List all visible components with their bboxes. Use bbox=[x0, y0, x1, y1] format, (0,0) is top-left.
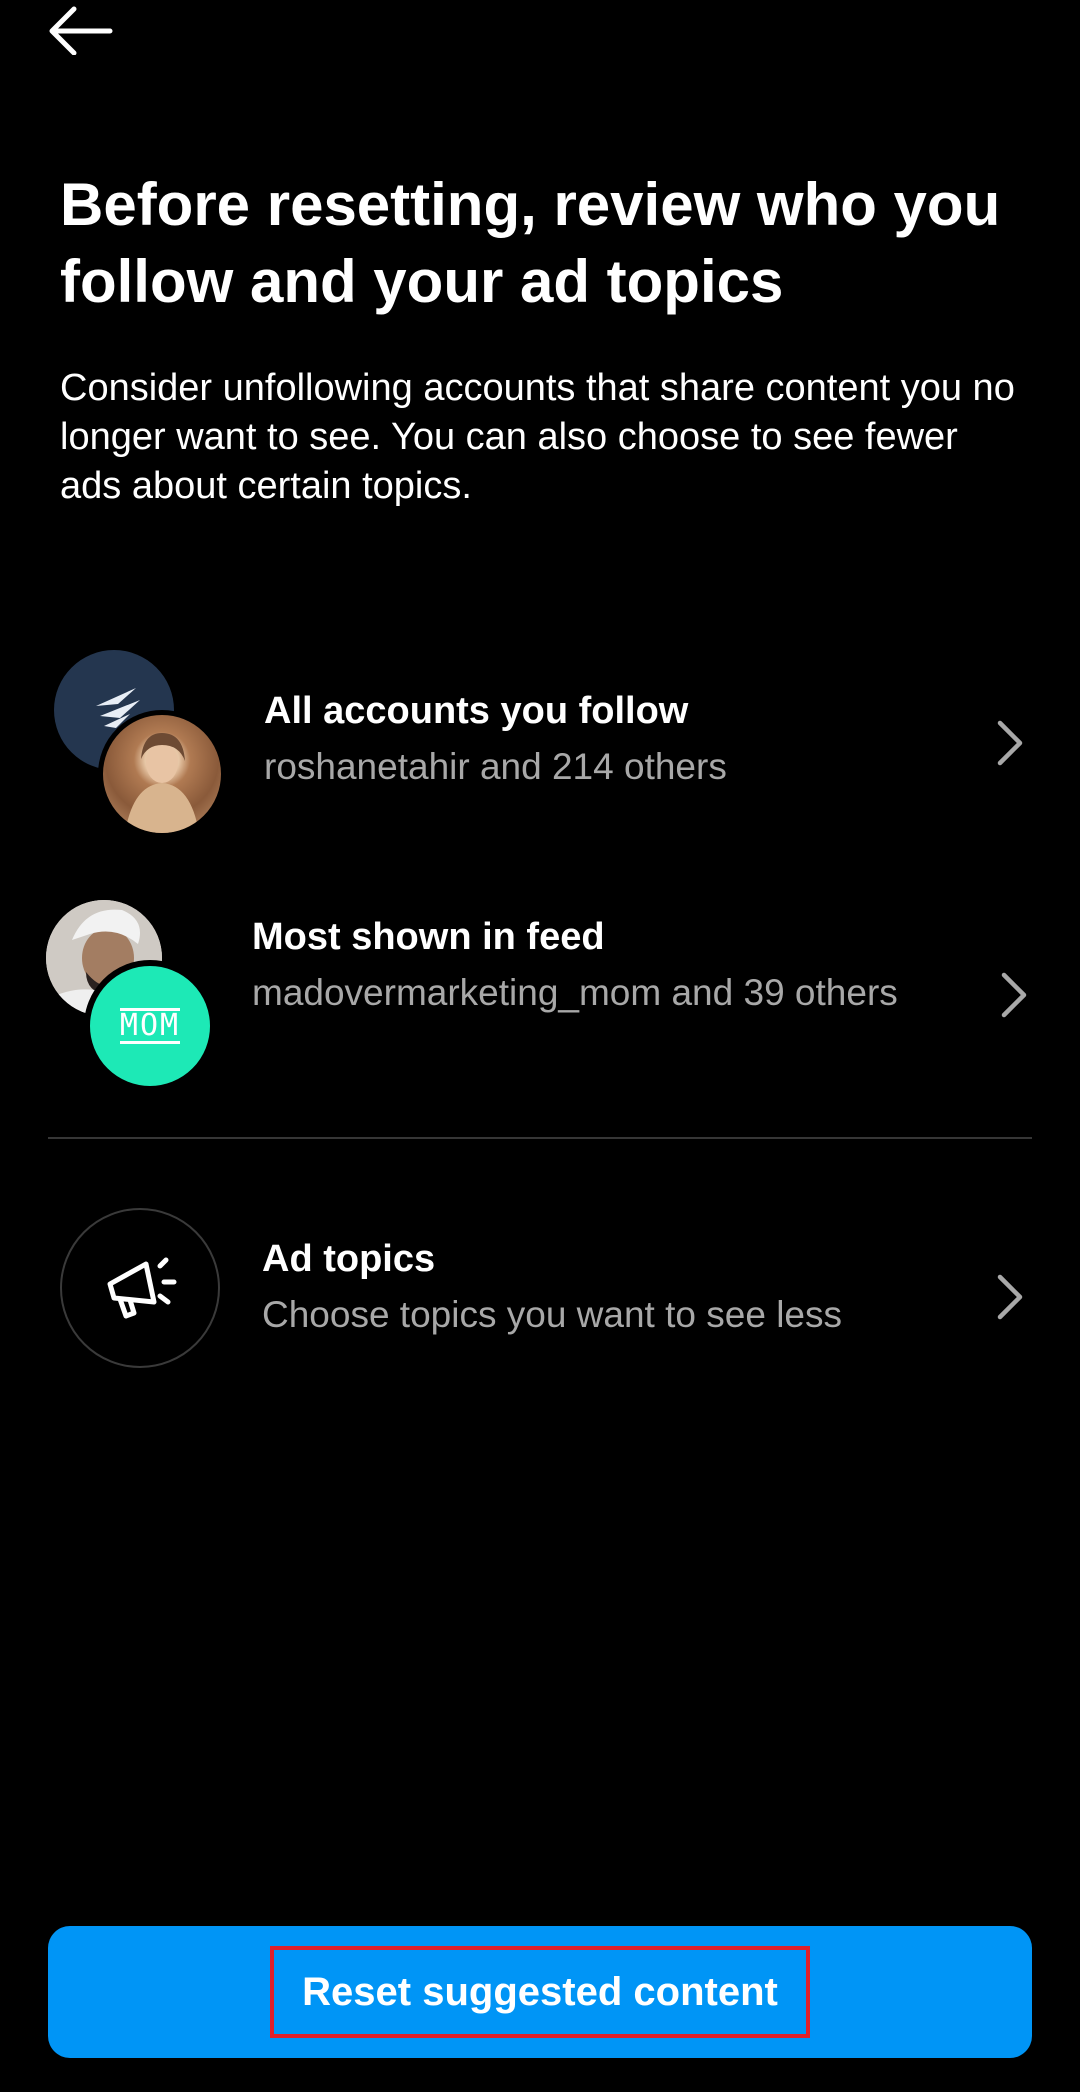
ad-topics-icon-circle bbox=[60, 1208, 220, 1368]
row-subtitle: Choose topics you want to see less bbox=[262, 1294, 842, 1335]
row-subtitle: madovermarketing_mom and 39 others bbox=[252, 972, 898, 1013]
page-title: Before resetting, review who you follow … bbox=[60, 171, 1001, 315]
row-title: Ad topics bbox=[262, 1238, 436, 1280]
ad-topics-row[interactable]: Ad topics Choose topics you want to see … bbox=[0, 1190, 1080, 1390]
avatar: MOM bbox=[84, 960, 216, 1092]
row-title: All accounts you follow bbox=[264, 690, 689, 732]
most-shown-row[interactable]: MOM Most shown in feed madovermarketing_… bbox=[0, 900, 1080, 1100]
back-button[interactable] bbox=[44, 0, 124, 60]
chevron-right-icon bbox=[1001, 972, 1027, 1018]
megaphone-icon bbox=[107, 1257, 177, 1319]
profile-photo-icon bbox=[125, 733, 199, 833]
chevron-right-icon bbox=[997, 1274, 1023, 1320]
divider bbox=[48, 1137, 1032, 1139]
row-title: Most shown in feed bbox=[252, 916, 605, 958]
row-subtitle: roshanetahir and 214 others bbox=[264, 746, 727, 787]
all-accounts-row[interactable]: All accounts you follow roshanetahir and… bbox=[0, 640, 1080, 850]
chevron-right-icon bbox=[997, 720, 1023, 766]
page-description: Consider unfollowing accounts that share… bbox=[60, 367, 1015, 507]
reset-suggested-content-button[interactable]: Reset suggested content bbox=[48, 1926, 1032, 2058]
arrow-left-icon bbox=[49, 6, 113, 55]
avatar-text: MOM bbox=[119, 1008, 181, 1044]
avatar bbox=[98, 710, 226, 838]
reset-button-label: Reset suggested content bbox=[270, 1946, 810, 2038]
